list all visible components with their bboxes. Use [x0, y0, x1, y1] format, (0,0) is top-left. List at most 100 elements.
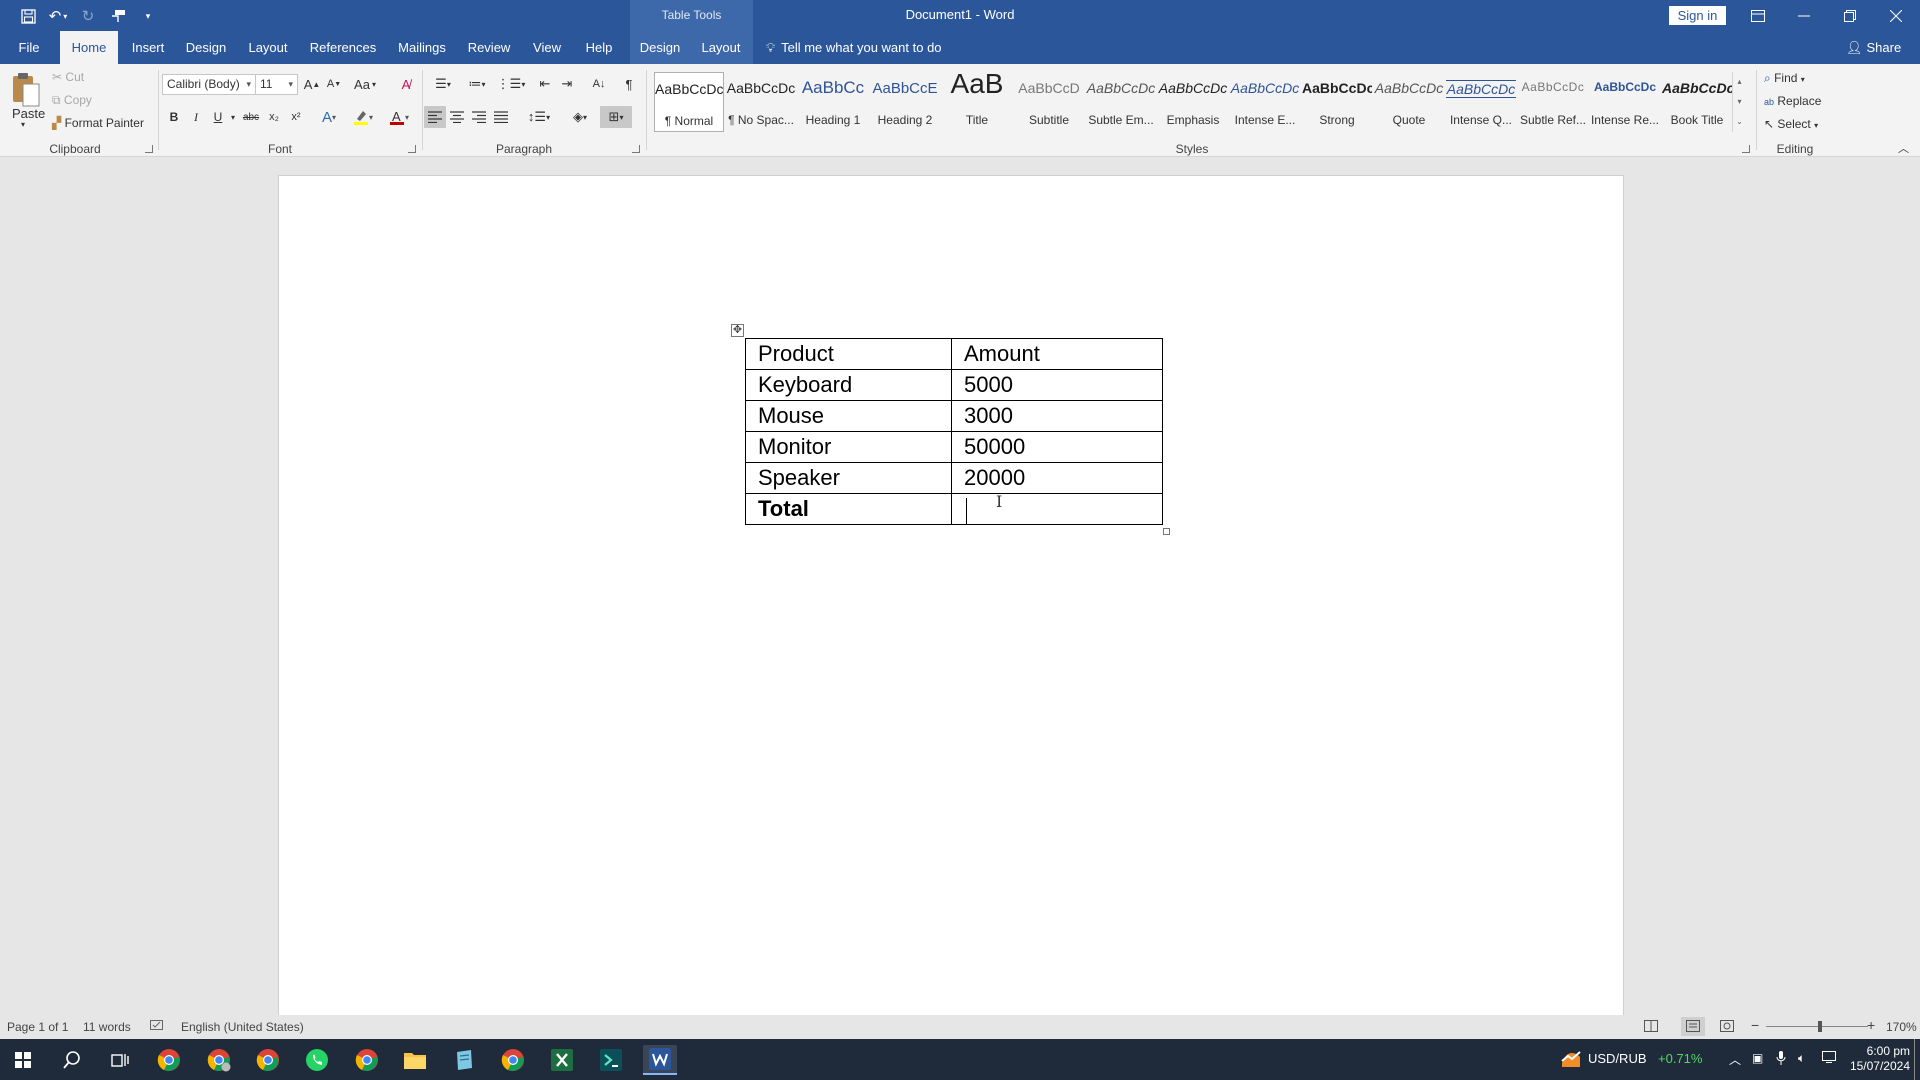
word-icon[interactable]: [643, 1045, 677, 1075]
style-strong[interactable]: AaBbCcDc Strong: [1302, 72, 1372, 132]
total-label-cell[interactable]: Total: [745, 493, 952, 525]
chrome-icon[interactable]: [152, 1045, 186, 1075]
chevron-up-icon[interactable]: ▴: [1733, 72, 1746, 92]
more-styles-icon[interactable]: ⌄: [1733, 112, 1746, 132]
grow-font-button[interactable]: A ▲: [302, 73, 322, 95]
bold-button[interactable]: B: [164, 106, 184, 128]
font-name-combo[interactable]: Calibri (Body) ▾: [162, 74, 256, 95]
print-layout-icon[interactable]: [1681, 1017, 1705, 1036]
page-count[interactable]: Page 1 of 1: [7, 1020, 68, 1034]
zoom-out-icon[interactable]: −: [1751, 1017, 1759, 1033]
borders-icon[interactable]: ⊞ ▾: [600, 106, 632, 128]
collapse-ribbon-icon[interactable]: ︿: [1898, 140, 1909, 156]
table-cell[interactable]: Product: [745, 338, 952, 370]
tab-review[interactable]: Review: [464, 31, 514, 64]
tab-layout[interactable]: Layout: [242, 31, 294, 64]
strikethrough-button[interactable]: abc: [240, 106, 262, 128]
table-row[interactable]: Mouse 3000: [745, 400, 1163, 432]
style-heading-1[interactable]: AaBbCc Heading 1: [798, 72, 868, 132]
style-intense-emphasis[interactable]: AaBbCcDc Intense E...: [1230, 72, 1300, 132]
table-row[interactable]: Monitor 50000: [745, 431, 1163, 463]
find-button[interactable]: ⌕ Find ▾: [1764, 71, 1805, 86]
document-page[interactable]: [278, 175, 1624, 1035]
chrome-profile-icon[interactable]: [350, 1045, 384, 1075]
terminal-app-icon[interactable]: [594, 1045, 628, 1075]
table-resize-handle[interactable]: [1163, 528, 1170, 535]
style-intense-reference[interactable]: AaBbCcDc Intense Re...: [1590, 72, 1660, 132]
cut-button[interactable]: ✂ Cut: [52, 70, 84, 84]
justify-icon[interactable]: [490, 106, 512, 128]
chevron-up-icon[interactable]: ︿: [1729, 1051, 1741, 1068]
table-move-handle-icon[interactable]: ✥: [731, 324, 744, 337]
table-cell[interactable]: Speaker: [745, 462, 952, 494]
style-no-spacing[interactable]: AaBbCcDc ¶ No Spac...: [726, 72, 796, 132]
style-title[interactable]: AaB Title: [942, 68, 1012, 132]
ticker-change[interactable]: +0.71%: [1658, 1051, 1702, 1066]
change-case-button[interactable]: Aa ▾: [350, 73, 380, 95]
numbering-icon[interactable]: ≔ ▾: [460, 73, 494, 95]
windows-start-icon[interactable]: [6, 1045, 40, 1075]
show-formatting-marks-icon[interactable]: ¶: [618, 73, 640, 95]
proofing-icon[interactable]: [150, 1020, 163, 1035]
search-icon[interactable]: [55, 1045, 89, 1075]
clear-formatting-icon[interactable]: A̸: [395, 73, 417, 95]
paste-icon[interactable]: [11, 72, 41, 110]
task-view-icon[interactable]: [103, 1045, 137, 1075]
font-color-icon[interactable]: A ▾: [384, 106, 414, 128]
table-row-total[interactable]: Total: [745, 493, 1163, 525]
read-mode-icon[interactable]: [1644, 1020, 1658, 1035]
microphone-icon[interactable]: [1776, 1051, 1786, 1068]
format-painter-button[interactable]: ▞ Format Painter: [52, 116, 144, 130]
table-cell[interactable]: Amount: [951, 338, 1163, 370]
whatsapp-icon[interactable]: [300, 1045, 334, 1075]
network-icon[interactable]: [1822, 1051, 1836, 1066]
align-center-icon[interactable]: [446, 106, 468, 128]
italic-button[interactable]: I: [186, 106, 206, 128]
shading-icon[interactable]: ◈ ▾: [564, 106, 596, 128]
chrome-profile-icon[interactable]: [496, 1045, 530, 1075]
select-button[interactable]: ↖ Select ▾: [1764, 117, 1818, 131]
tab-mailings[interactable]: Mailings: [392, 31, 452, 64]
word-count[interactable]: 11 words: [83, 1020, 131, 1034]
document-area[interactable]: [0, 157, 1920, 1035]
table-row[interactable]: Product Amount: [745, 338, 1163, 370]
increase-indent-icon[interactable]: ⇥: [556, 73, 578, 95]
paste-label[interactable]: Paste: [12, 106, 45, 121]
underline-button[interactable]: U: [208, 106, 228, 128]
style-intense-quote[interactable]: AaBbCcDc Intense Q...: [1446, 72, 1516, 132]
clipboard-launcher-icon[interactable]: [145, 145, 153, 153]
shrink-font-button[interactable]: A ▼: [324, 73, 344, 95]
text-effects-icon[interactable]: A ▾: [314, 106, 344, 128]
highlight-icon[interactable]: ▾: [348, 106, 378, 128]
tab-insert[interactable]: Insert: [124, 31, 172, 64]
tab-design[interactable]: Design: [180, 31, 232, 64]
show-desktop-button[interactable]: [1914, 1039, 1915, 1080]
bullets-icon[interactable]: ☰ ▾: [426, 73, 460, 95]
font-size-combo[interactable]: 11 ▾: [255, 74, 298, 95]
paste-dropdown-icon[interactable]: ▾: [21, 120, 25, 129]
file-explorer-icon[interactable]: [398, 1045, 432, 1075]
style-quote[interactable]: AaBbCcDc Quote: [1374, 72, 1444, 132]
style-subtle-emphasis[interactable]: AaBbCcDc Subtle Em...: [1086, 72, 1156, 132]
chrome-profile-icon[interactable]: [251, 1045, 285, 1075]
table-row[interactable]: Speaker 20000: [745, 462, 1163, 494]
tab-file[interactable]: File: [10, 31, 48, 64]
minimize-icon[interactable]: [1781, 0, 1827, 31]
web-layout-icon[interactable]: [1720, 1020, 1734, 1035]
tab-home[interactable]: Home: [60, 31, 118, 64]
style-normal[interactable]: AaBbCcDc ¶ Normal: [654, 72, 724, 132]
table-cell[interactable]: Keyboard: [745, 369, 952, 401]
tab-help[interactable]: Help: [578, 31, 620, 64]
tab-table-layout[interactable]: Layout: [694, 31, 748, 64]
zoom-slider-thumb[interactable]: [1818, 1021, 1822, 1032]
chrome-profile-icon[interactable]: [202, 1045, 236, 1075]
data-table[interactable]: Product Amount Keyboard 5000 Mouse 3000 …: [745, 338, 1163, 525]
tell-me-search[interactable]: 💡︎ Tell me what you want to do: [766, 31, 942, 64]
meet-now-icon[interactable]: ▣: [1752, 1051, 1763, 1065]
line-spacing-icon[interactable]: ↕☰ ▾: [522, 106, 556, 128]
zoom-in-icon[interactable]: +: [1867, 1017, 1875, 1033]
subscript-button[interactable]: x₂: [264, 106, 284, 128]
superscript-button[interactable]: x²: [286, 106, 306, 128]
align-right-icon[interactable]: [468, 106, 490, 128]
styles-gallery-scroll[interactable]: ▴ ▾ ⌄: [1732, 72, 1746, 132]
